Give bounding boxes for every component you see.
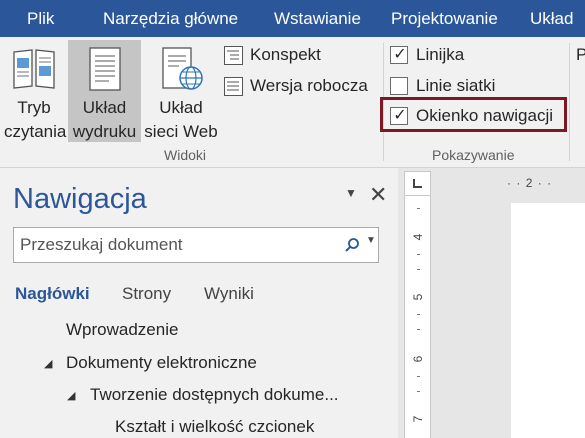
views-group-label: Widoki: [164, 147, 207, 163]
tab-results[interactable]: Wyniki: [204, 284, 254, 304]
horizontal-ruler[interactable]: · · 2 · ·: [507, 176, 585, 194]
navigation-pane-highlight: [380, 97, 567, 132]
navigation-pane: Nawigacja ▼ ✕ ▼ Nagłówki Strony Wyniki W…: [0, 168, 398, 438]
print-layout-label-1: Układ: [82, 98, 127, 117]
ruler-label: Linijka: [416, 45, 465, 64]
tab-headings[interactable]: Nagłówki: [15, 284, 90, 304]
heading-item[interactable]: Dokumenty elektroniczne: [66, 353, 257, 373]
search-options-chevron-down-icon[interactable]: ▼: [366, 235, 376, 246]
collapse-triangle-icon[interactable]: ◢: [44, 357, 52, 370]
outline-icon: [224, 46, 243, 65]
draft-icon: [224, 77, 243, 96]
ruler-number: 5: [411, 293, 425, 301]
web-layout-button[interactable]: Układ sieci Web: [143, 40, 219, 142]
heading-item[interactable]: Tworzenie dostępnych dokume...: [90, 385, 339, 405]
tab-home[interactable]: Narzędzia główne: [103, 0, 238, 37]
gridlines-label: Linie siatki: [416, 76, 496, 95]
ruler-tick: [417, 376, 420, 377]
ruler-tick: [417, 314, 420, 315]
heading-item[interactable]: Kształt i wielkość czcionek: [115, 417, 314, 437]
ruler-tick: ·: [516, 176, 522, 190]
search-box[interactable]: ▼: [13, 227, 379, 263]
close-icon[interactable]: ✕: [369, 182, 387, 208]
outline-label: Konspekt: [250, 45, 321, 64]
ruler-tick: ·: [547, 176, 553, 190]
collapse-triangle-icon[interactable]: ◢: [67, 389, 75, 402]
tab-file[interactable]: Plik: [27, 0, 54, 37]
ruler-number: 4: [411, 233, 425, 241]
ruler-tick: [417, 269, 420, 270]
web-layout-label-2: sieci Web: [144, 122, 218, 141]
ruler-tick: [417, 329, 420, 330]
print-layout-icon: [88, 47, 121, 91]
ruler-tick: [417, 254, 420, 255]
reading-mode-label-1: Tryb: [17, 98, 51, 117]
show-group-label: Pokazywanie: [432, 147, 515, 163]
web-layout-label-1: Układ: [159, 98, 203, 117]
ruler-tick: ·: [537, 176, 543, 190]
print-layout-button[interactable]: Układ wydruku: [68, 40, 141, 142]
pane-options-chevron-down-icon[interactable]: ▼: [345, 186, 357, 200]
heading-item[interactable]: Wprowadzenie: [66, 320, 178, 340]
ruler-tick: [417, 208, 420, 209]
ruler-number: 2: [525, 176, 534, 190]
tab-layout[interactable]: Układ: [530, 0, 573, 37]
reading-mode-label-2: czytania: [4, 122, 67, 141]
web-layout-icon: [162, 47, 203, 90]
tab-insert[interactable]: Wstawianie: [274, 0, 361, 37]
reading-mode-button[interactable]: Tryb czytania: [4, 40, 67, 142]
ruler-tick: ·: [507, 176, 512, 190]
vertical-ruler[interactable]: 4 5 6 7: [404, 196, 431, 438]
print-layout-label-2: wydruku: [72, 122, 137, 141]
tab-selector-button[interactable]: [404, 171, 431, 196]
tab-design[interactable]: Projektowanie: [391, 0, 498, 37]
tab-pages[interactable]: Strony: [122, 284, 171, 304]
next-group-partial[interactable]: P: [576, 42, 585, 68]
ruler-checkbox-box[interactable]: ✓: [390, 46, 408, 64]
menu-bar: Plik Narzędzia główne Wstawianie Projekt…: [0, 0, 585, 37]
gridlines-checkbox-box[interactable]: [390, 77, 408, 95]
ruler-number: 7: [411, 415, 425, 423]
search-input[interactable]: [14, 228, 334, 262]
navigation-title: Nawigacja: [13, 183, 147, 215]
ruler-tick: [417, 391, 420, 392]
group-separator: [569, 43, 570, 161]
checkmark-icon: ✓: [393, 46, 407, 63]
left-tab-icon: [413, 179, 422, 188]
ruler-number: 6: [411, 355, 425, 363]
draft-label: Wersja robocza: [250, 76, 368, 95]
reading-mode-icon: [13, 49, 55, 89]
search-icon[interactable]: [344, 237, 360, 253]
document-page[interactable]: [511, 203, 585, 438]
